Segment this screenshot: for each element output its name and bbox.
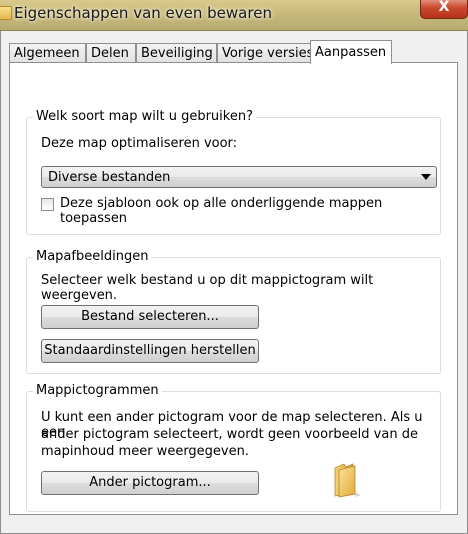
optimize-dropdown[interactable]: Diverse bestanden	[41, 166, 437, 188]
folder-icons-group: Mappictogrammen U kunt een ander pictogr…	[26, 383, 441, 512]
title-bar: Eigenschappen van even bewaren X	[0, 0, 468, 31]
apply-template-checkbox[interactable]	[41, 198, 54, 211]
folder-pictures-description: Selecteer welk bestand u op dit mappicto…	[41, 273, 374, 303]
dropdown-arrow-icon	[421, 174, 431, 180]
tab-vorige-versies[interactable]: Vorige versies	[217, 43, 317, 62]
folder-icon	[0, 6, 12, 20]
apply-template-label[interactable]: Deze sjabloon ook op alle onderliggende …	[60, 196, 440, 226]
folder-pictures-title: Mapafbeeldingen	[33, 249, 152, 264]
folder-type-group: Welk soort map wilt u gebruiken? Deze ma…	[26, 109, 441, 235]
restore-default-button[interactable]: Standaardinstellingen herstellen	[41, 339, 259, 363]
folder-type-title: Welk soort map wilt u gebruiken?	[33, 109, 256, 124]
tab-algemeen[interactable]: Algemeen	[9, 43, 86, 62]
tab-delen[interactable]: Delen	[86, 43, 136, 62]
choose-file-button[interactable]: Bestand selecteren...	[41, 305, 259, 329]
tab-beveiliging[interactable]: Beveiliging	[136, 43, 217, 62]
window-title: Eigenschappen van even bewaren	[14, 4, 272, 22]
optimize-label: Deze map optimaliseren voor:	[41, 136, 238, 151]
folder-icons-description-line-3: mapinhoud meer weergegeven.	[41, 444, 249, 459]
folder-icons-title: Mappictogrammen	[33, 383, 162, 398]
folder-icons-description-line-2: ander pictogram selecteert, wordt geen v…	[41, 427, 418, 442]
tab-aanpassen[interactable]: Aanpassen	[310, 40, 392, 64]
optimize-selected: Diverse bestanden	[48, 170, 171, 185]
folder-icon	[334, 463, 361, 498]
close-button[interactable]: X	[420, 0, 468, 19]
tab-panel-aanpassen: Welk soort map wilt u gebruiken? Deze ma…	[9, 62, 458, 515]
change-icon-button[interactable]: Ander pictogram...	[41, 471, 259, 495]
folder-pictures-group: Mapafbeeldingen Selecteer welk bestand u…	[26, 249, 441, 374]
dialog-frame: Algemeen Delen Beveiliging Vorige versie…	[0, 31, 468, 534]
